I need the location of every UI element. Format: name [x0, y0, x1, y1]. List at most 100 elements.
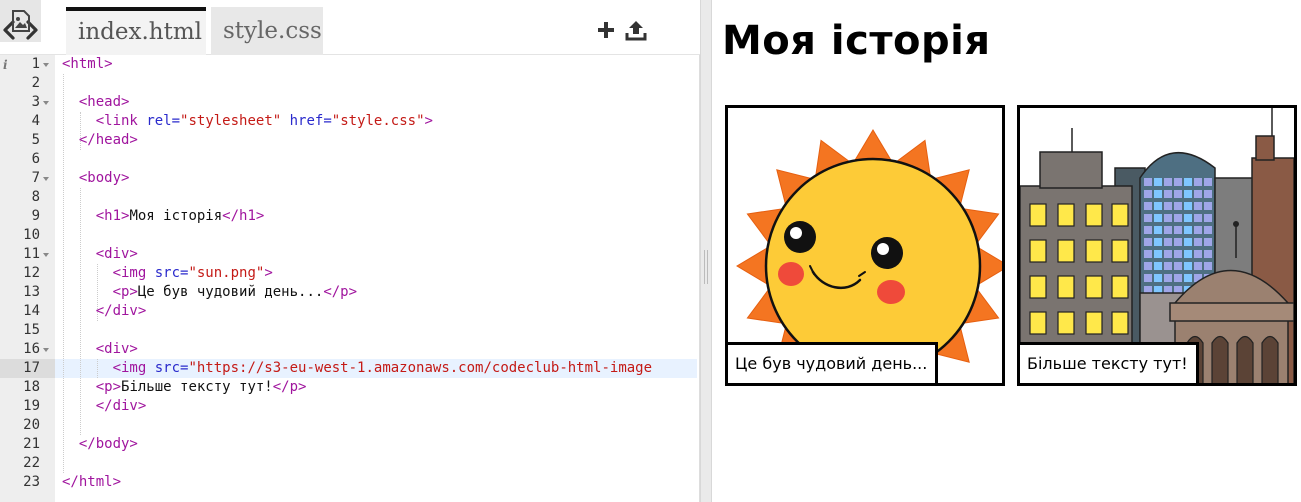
- pane-splitter[interactable]: [700, 0, 712, 502]
- code-tag: <head>: [78, 94, 130, 110]
- code-line[interactable]: <link rel="stylesheet" href="style.css">: [96, 112, 433, 131]
- code-tag: <body>: [78, 170, 130, 186]
- line-number: 6: [31, 151, 40, 167]
- fold-arrow-icon[interactable]: [43, 63, 49, 67]
- line-number: 19: [23, 398, 40, 414]
- code-tag: </div>: [95, 398, 147, 414]
- line-number: 17: [23, 360, 40, 376]
- code-tag: <h1>: [95, 208, 130, 224]
- code-text: Це був чудовий день...: [137, 284, 324, 300]
- line-number: 5: [31, 132, 40, 148]
- code-line[interactable]: </head>: [79, 131, 138, 150]
- line-number: 8: [31, 189, 40, 205]
- page-title: Моя історія: [722, 18, 991, 64]
- line-number: 1: [31, 56, 40, 72]
- fold-arrow-icon[interactable]: [43, 101, 49, 105]
- code-tag: </head>: [78, 132, 138, 148]
- code-tag: </div>: [95, 303, 147, 319]
- preview-pane: Моя історія Це був чудовий день... Більш…: [712, 0, 1301, 502]
- code-line[interactable]: </div>: [96, 397, 147, 416]
- code-string: "stylesheet": [180, 113, 282, 129]
- tab-index-html[interactable]: index.html: [66, 7, 206, 55]
- code-tag: </p>: [323, 284, 358, 300]
- line-number: 3: [31, 94, 40, 110]
- code-tag: <html>: [62, 56, 113, 72]
- line-number: 22: [23, 455, 40, 471]
- upload-button[interactable]: [624, 18, 648, 42]
- code-lines[interactable]: <html> <head> <link rel="stylesheet" href=…: [55, 55, 697, 502]
- line-number: 20: [23, 417, 40, 433]
- line-number: 12: [23, 265, 40, 281]
- code-attribute: rel=: [146, 113, 181, 129]
- indent-guide: [63, 74, 64, 473]
- panel-caption: Це був чудовий день...: [728, 342, 939, 383]
- code-line[interactable]: </body>: [79, 435, 138, 454]
- line-number: 7: [31, 170, 40, 186]
- code-tag: <p>: [112, 284, 138, 300]
- line-number: 15: [23, 322, 40, 338]
- code-line[interactable]: <p>Більше тексту тут!</p>: [96, 378, 307, 397]
- line-number: 14: [23, 303, 40, 319]
- line-number: 13: [23, 284, 40, 300]
- line-number: 16: [23, 341, 40, 357]
- panel-caption: Більше тексту тут!: [1020, 342, 1199, 383]
- code-line[interactable]: <body>: [79, 169, 130, 188]
- indent-guide: [96, 359, 98, 378]
- indent-guide: [79, 188, 81, 435]
- code-text: Більше тексту тут!: [121, 379, 273, 395]
- code-line[interactable]: <div>: [96, 245, 138, 264]
- line-number: 23: [23, 474, 40, 490]
- code-tag: </body>: [78, 436, 138, 452]
- story-panel: Це був чудовий день...: [725, 105, 1005, 386]
- splitter-grip[interactable]: [704, 250, 708, 284]
- tab-label: style.css: [223, 18, 322, 44]
- add-file-button[interactable]: [594, 18, 618, 42]
- code-attribute: src=: [154, 265, 189, 281]
- code-text: Моя історія: [129, 208, 223, 224]
- fold-arrow-icon[interactable]: [43, 253, 49, 257]
- code-line[interactable]: <div>: [96, 340, 138, 359]
- code-tag: <link: [95, 113, 138, 129]
- code-line[interactable]: <img src="sun.png">: [113, 264, 273, 283]
- fold-arrow-icon[interactable]: [43, 177, 49, 181]
- fold-arrow-icon[interactable]: [43, 348, 49, 352]
- code-attribute: href=: [289, 113, 332, 129]
- code-tag: </html>: [62, 474, 122, 490]
- line-number: 9: [31, 208, 40, 224]
- code-tag: </p>: [272, 379, 307, 395]
- tab-style-css[interactable]: style.css: [211, 7, 323, 55]
- story-panel: Більше тексту тут!: [1017, 105, 1297, 386]
- editor-tab-bar: index.html style.css: [0, 0, 700, 55]
- code-line[interactable]: </html>: [62, 473, 121, 492]
- line-number: 18: [23, 379, 40, 395]
- code-tag: <div>: [95, 341, 138, 357]
- plus-icon: [598, 22, 614, 38]
- line-number-gutter: i 1 2 3 4 5 6 7 8 9 10 11 12 13 14 15 16 17 18 19 20 21 22 23: [0, 55, 55, 502]
- image-icon: [12, 10, 30, 32]
- code-tag: >: [424, 113, 433, 129]
- code-string: "sun.png": [188, 265, 265, 281]
- code-line[interactable]: <head>: [79, 93, 130, 112]
- code-editor: index.html style.css i 1 2 3 4 5 6 7 8 9 10 11 12 13…: [0, 0, 700, 502]
- tab-label: index.html: [78, 19, 203, 45]
- code-tag: <img: [112, 265, 147, 281]
- code-tag: <img: [112, 360, 147, 376]
- code-area[interactable]: i 1 2 3 4 5 6 7 8 9 10 11 12 13 14 15 16 17 18 19 20 21 22 23 …: [0, 55, 700, 502]
- line-number: 10: [23, 227, 40, 243]
- code-line[interactable]: </div>: [96, 302, 147, 321]
- code-tag: <div>: [95, 246, 138, 262]
- code-tag: <p>: [95, 379, 122, 395]
- line-number: 4: [31, 113, 40, 129]
- code-line[interactable]: <p>Це був чудовий день...</p>: [113, 283, 357, 302]
- code-attribute: src=: [154, 360, 189, 376]
- code-tag: >: [264, 265, 273, 281]
- code-string: "style.css": [331, 113, 425, 129]
- upload-icon: [625, 21, 647, 41]
- code-line[interactable]: <img src="https://s3-eu-west-1.amazonaws…: [113, 359, 652, 378]
- code-line[interactable]: <h1>Моя історія</h1>: [96, 207, 265, 226]
- line-number: 11: [23, 246, 40, 262]
- line-number: 2: [31, 75, 40, 91]
- code-string: "https://s3-eu-west-1.amazonaws.com/code…: [188, 360, 653, 376]
- code-line[interactable]: <html>: [62, 55, 113, 74]
- code-tag: </h1>: [222, 208, 265, 224]
